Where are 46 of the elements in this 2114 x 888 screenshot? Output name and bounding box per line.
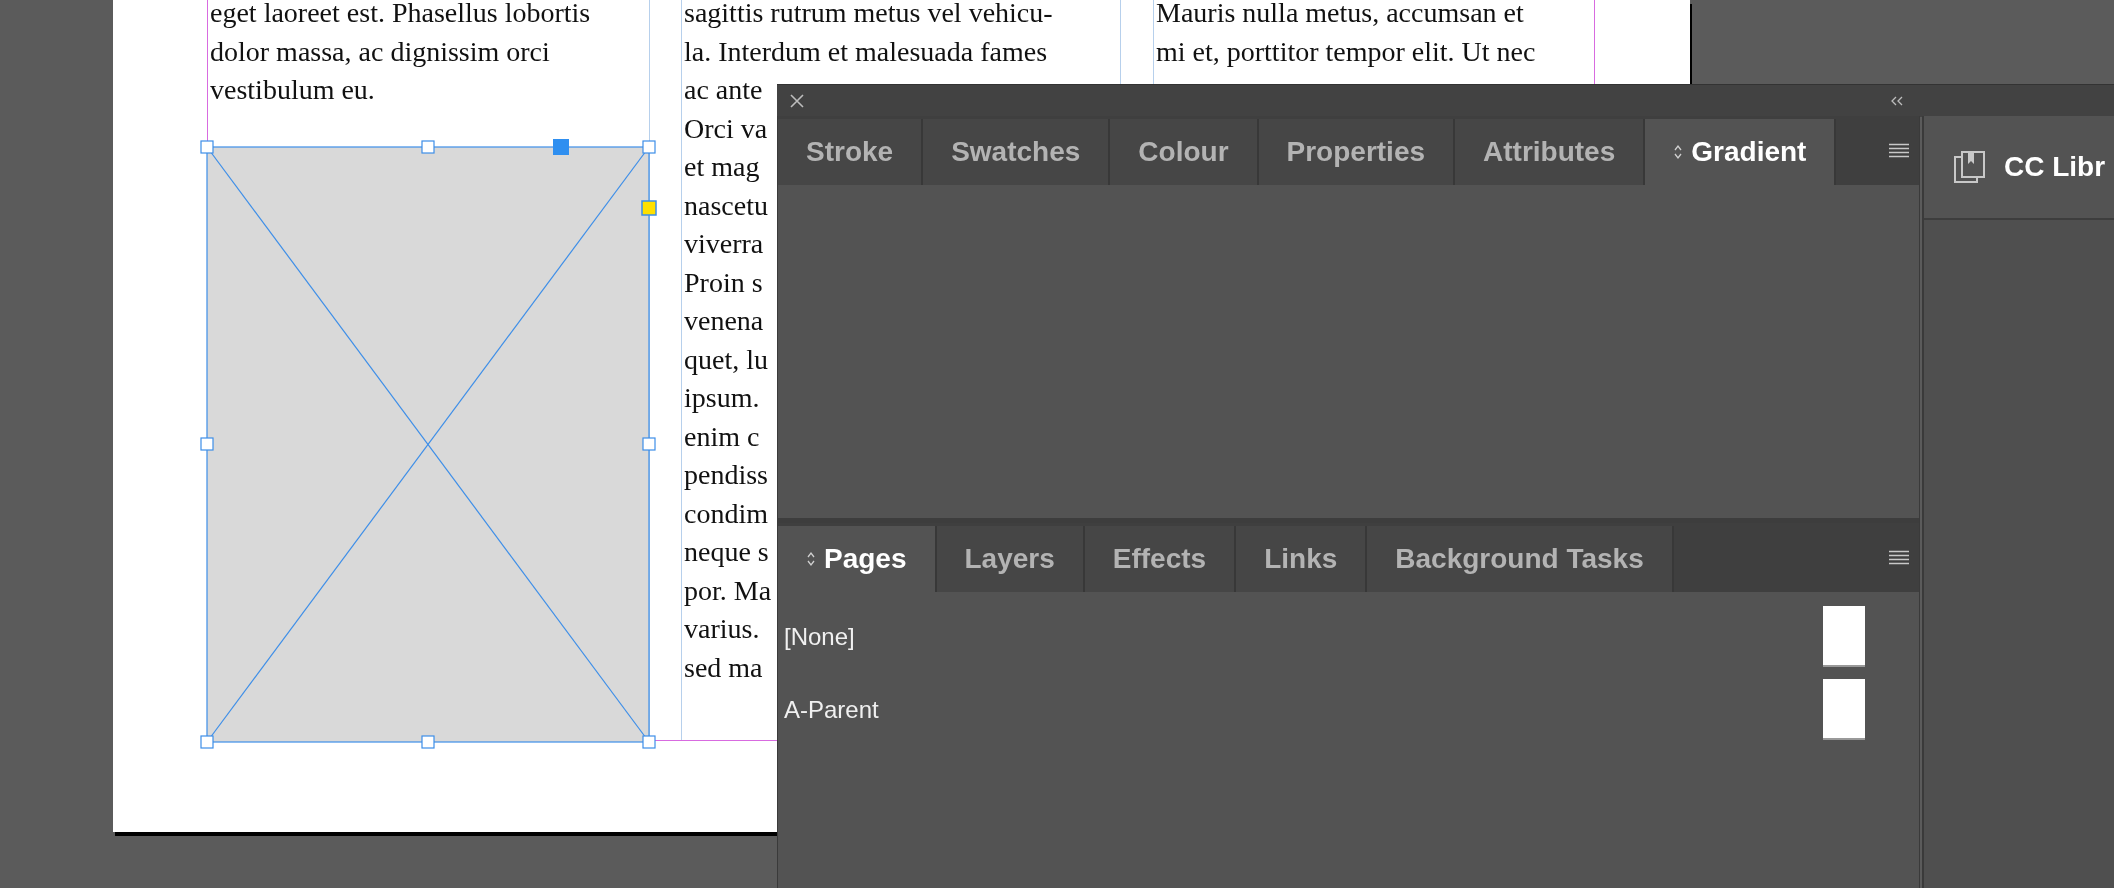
panel-tab[interactable]: Stroke xyxy=(778,119,924,185)
body-text-line: enim c xyxy=(684,419,760,454)
close-icon[interactable] xyxy=(789,93,805,109)
body-text-line: et mag xyxy=(684,150,760,184)
body-text-line: ipsum. xyxy=(684,381,760,415)
body-text-line: sed ma xyxy=(684,650,763,685)
panel-tab[interactable]: Effects xyxy=(1084,526,1237,592)
panel-tab[interactable]: Attributes xyxy=(1455,119,1646,185)
panel-tab[interactable]: Pages xyxy=(778,526,937,592)
body-text-line: venena xyxy=(684,304,764,338)
body-text-line: vestibulum eu. xyxy=(210,73,375,107)
body-text-line: condim xyxy=(684,496,768,531)
panel-tab[interactable]: Colour xyxy=(1110,119,1259,185)
sort-arrows-icon xyxy=(806,551,816,567)
panel-tab[interactable]: Background Tasks xyxy=(1367,526,1674,592)
collapse-icon[interactable] xyxy=(1889,95,1905,107)
body-text-line: viverra xyxy=(684,227,764,261)
panel-tab[interactable]: Gradient xyxy=(1645,119,1837,185)
panel-tab[interactable]: Layers xyxy=(936,526,1085,592)
body-text-line: varius. xyxy=(684,612,760,646)
page-thumbnail[interactable] xyxy=(1823,679,1865,740)
body-text-line: ac ante xyxy=(684,73,763,107)
body-text-line: la. Interdum et malesuada fames xyxy=(684,34,1048,69)
panel-tab[interactable]: Properties xyxy=(1258,119,1456,185)
panel-tab[interactable]: Swatches xyxy=(923,119,1111,185)
body-text-line: neque s xyxy=(684,535,769,569)
menu-icon[interactable] xyxy=(1889,549,1909,566)
library-icon xyxy=(1954,151,1986,183)
body-text-line: quet, lu xyxy=(684,342,768,377)
page-thumbnail[interactable] xyxy=(1823,606,1865,667)
body-text-line: Proin s xyxy=(684,265,763,300)
body-text-line: mi et, porttitor tempor elit. Ut nec xyxy=(1156,34,1536,69)
parent-page-name[interactable]: [None] xyxy=(784,622,855,651)
body-text-line: pendiss xyxy=(684,458,768,492)
body-text-line: sagittis rutrum metus vel vehicu- xyxy=(684,0,1053,30)
body-text-line: por. Ma xyxy=(684,573,772,608)
panel-tab[interactable]: Links xyxy=(1236,526,1368,592)
body-text-line: eget laoreet est. Phasellus lobortis xyxy=(210,0,591,30)
body-text-line: nascetu xyxy=(684,188,768,223)
body-text-line: Orci va xyxy=(684,111,768,146)
body-text-line: Mauris nulla metus, accumsan et xyxy=(1156,0,1524,30)
body-text-line: dolor massa, ac dignissim orci xyxy=(210,34,550,69)
parent-page-name[interactable]: A-Parent xyxy=(784,695,879,724)
menu-icon[interactable] xyxy=(1889,142,1909,159)
libraries-button[interactable]: CC Libr xyxy=(1924,116,2114,220)
sort-arrows-icon xyxy=(1673,144,1684,160)
